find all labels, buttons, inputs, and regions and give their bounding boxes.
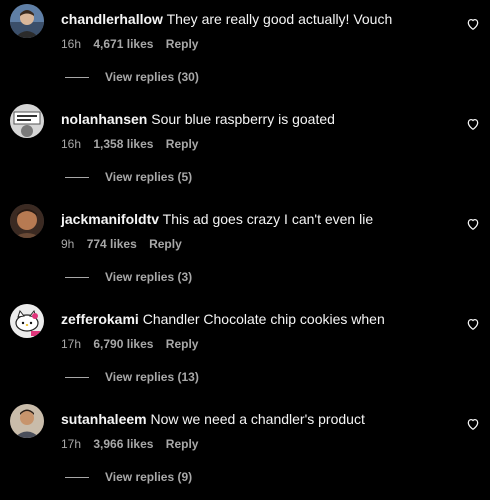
- heart-outline-icon[interactable]: [466, 417, 480, 431]
- view-replies-label: View replies (3): [105, 270, 193, 284]
- avatar[interactable]: [10, 204, 44, 238]
- comment-item: zefferokami Chandler Chocolate chip cook…: [0, 300, 490, 400]
- comment-text: Now we need a chandler's product: [150, 411, 365, 427]
- comment-username[interactable]: zefferokami: [61, 311, 139, 327]
- divider: [65, 76, 89, 78]
- comment-meta: 16h 4,671 likes Reply: [61, 36, 207, 52]
- comment-time: 16h: [61, 37, 82, 51]
- comment-meta: 17h 3,966 likes Reply: [61, 436, 207, 452]
- view-replies-button[interactable]: View replies (9): [65, 470, 192, 484]
- comment-line: zefferokami Chandler Chocolate chip cook…: [61, 310, 385, 328]
- comment-username[interactable]: jackmanifoldtv: [61, 211, 159, 227]
- comment-time: 9h: [61, 237, 75, 251]
- view-replies-button[interactable]: View replies (30): [65, 70, 199, 84]
- comment-line: chandlerhallow They are really good actu…: [61, 10, 392, 28]
- comment-item: jackmanifoldtv This ad goes crazy I can'…: [0, 200, 490, 300]
- divider: [65, 376, 89, 378]
- comment-likes[interactable]: 3,966 likes: [93, 437, 153, 451]
- avatar[interactable]: [10, 304, 44, 338]
- comment-time: 17h: [61, 437, 82, 451]
- view-replies-label: View replies (5): [105, 170, 193, 184]
- heart-outline-icon[interactable]: [466, 117, 480, 131]
- reply-button[interactable]: Reply: [166, 137, 199, 151]
- heart-outline-icon[interactable]: [466, 217, 480, 231]
- reply-button[interactable]: Reply: [166, 337, 199, 351]
- avatar[interactable]: [10, 104, 44, 138]
- comment-likes[interactable]: 6,790 likes: [93, 337, 153, 351]
- comment-time: 16h: [61, 137, 82, 151]
- comment-meta: 17h 6,790 likes Reply: [61, 336, 207, 352]
- view-replies-label: View replies (30): [105, 70, 199, 84]
- avatar[interactable]: [10, 404, 44, 438]
- comment-meta: 16h 1,358 likes Reply: [61, 136, 207, 152]
- comment-likes[interactable]: 774 likes: [87, 237, 137, 251]
- comment-item: sutanhaleem Now we need a chandler's pro…: [0, 400, 490, 500]
- comment-item: chandlerhallow They are really good actu…: [0, 0, 490, 100]
- avatar[interactable]: [10, 4, 44, 38]
- comment-likes[interactable]: 4,671 likes: [93, 37, 153, 51]
- comment-line: jackmanifoldtv This ad goes crazy I can'…: [61, 210, 373, 228]
- comment-username[interactable]: chandlerhallow: [61, 11, 163, 27]
- heart-outline-icon[interactable]: [466, 317, 480, 331]
- heart-outline-icon[interactable]: [466, 17, 480, 31]
- view-replies-button[interactable]: View replies (13): [65, 370, 199, 384]
- comment-text: They are really good actually! Vouch: [166, 11, 393, 27]
- comment-item: nolanhansen Sour blue raspberry is goate…: [0, 100, 490, 200]
- view-replies-button[interactable]: View replies (5): [65, 170, 192, 184]
- comment-username[interactable]: sutanhaleem: [61, 411, 147, 427]
- comment-line: nolanhansen Sour blue raspberry is goate…: [61, 110, 335, 128]
- view-replies-button[interactable]: View replies (3): [65, 270, 192, 284]
- comment-username[interactable]: nolanhansen: [61, 111, 147, 127]
- comment-text: This ad goes crazy I can't even lie: [162, 211, 374, 227]
- comment-meta: 9h 774 likes Reply: [61, 236, 191, 252]
- reply-button[interactable]: Reply: [166, 37, 199, 51]
- comment-line: sutanhaleem Now we need a chandler's pro…: [61, 410, 365, 428]
- comment-time: 17h: [61, 337, 82, 351]
- divider: [65, 476, 89, 478]
- comment-text: Chandler Chocolate chip cookies when: [142, 311, 385, 327]
- reply-button[interactable]: Reply: [149, 237, 182, 251]
- reply-button[interactable]: Reply: [166, 437, 199, 451]
- comment-likes[interactable]: 1,358 likes: [93, 137, 153, 151]
- divider: [65, 276, 89, 278]
- view-replies-label: View replies (13): [105, 370, 199, 384]
- divider: [65, 176, 89, 178]
- comment-text: Sour blue raspberry is goated: [151, 111, 335, 127]
- view-replies-label: View replies (9): [105, 470, 193, 484]
